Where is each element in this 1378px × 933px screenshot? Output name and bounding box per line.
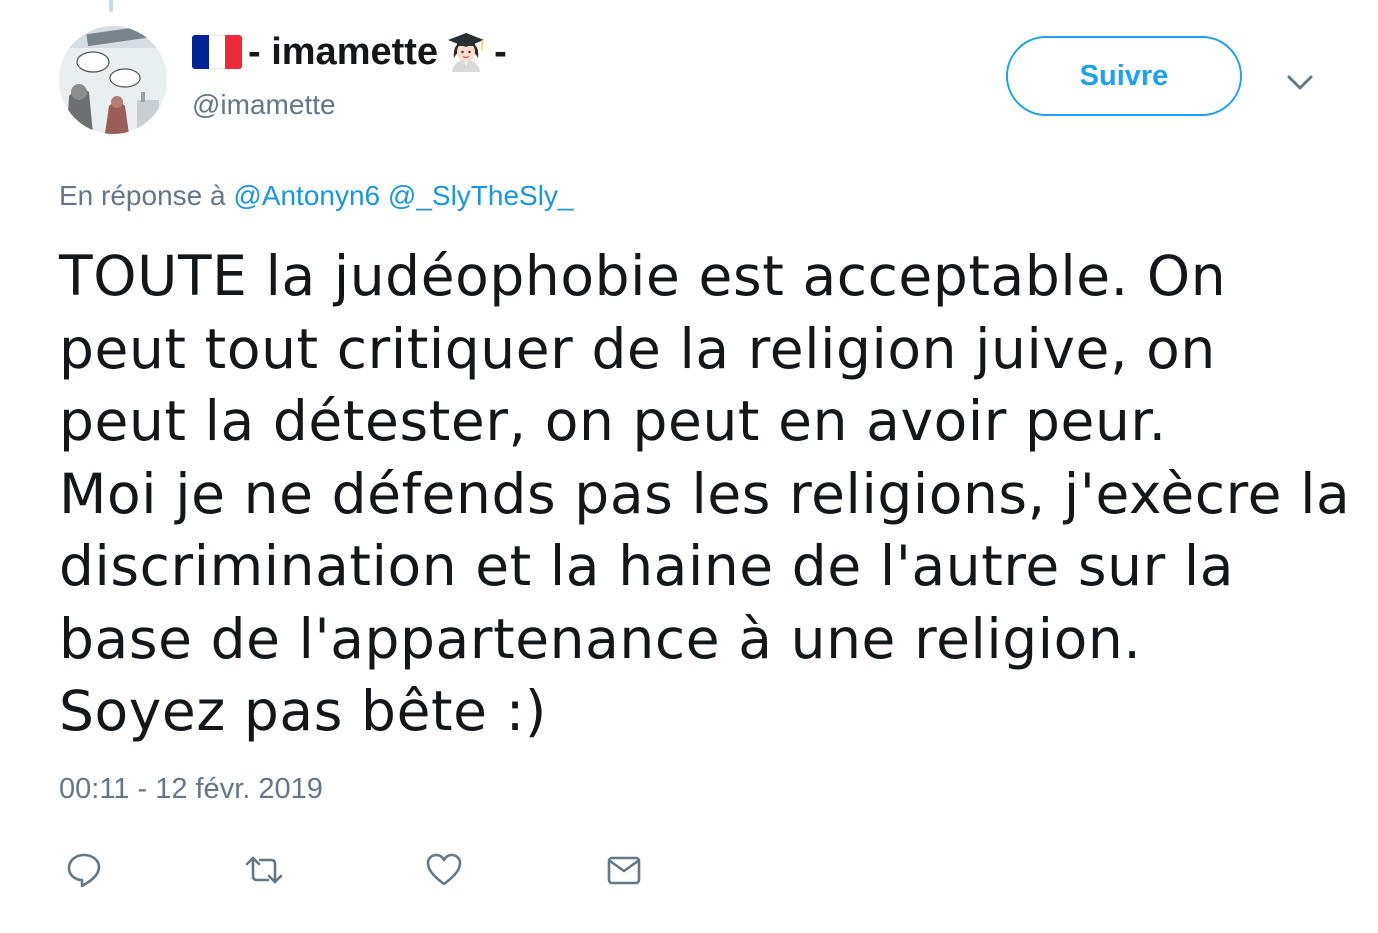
- mention-link-antonyn6[interactable]: @Antonyn6: [233, 180, 380, 211]
- avatar[interactable]: [59, 26, 167, 134]
- flag-stripe-white: [208, 35, 226, 69]
- like-icon[interactable]: [422, 848, 466, 892]
- flag-stripe-blue: [192, 35, 209, 69]
- tweet-timestamp[interactable]: 00:11 - 12 févr. 2019: [59, 773, 323, 806]
- thread-connector-line: [109, 0, 113, 12]
- france-flag-icon: [192, 35, 242, 69]
- tweet-text-line: peut tout critiquer de la religion juive…: [59, 316, 1216, 381]
- author-display-name[interactable]: - imamette -: [192, 30, 507, 74]
- tweet-text: TOUTE la judéophobie est acceptable. On …: [59, 240, 1351, 748]
- tweet-text-line: Soyez pas bête :): [59, 679, 547, 743]
- tweet-text-line: TOUTE la judéophobie est acceptable. On: [59, 244, 1227, 308]
- reply-context: En réponse à @Antonyn6 @_SlyTheSly_: [59, 180, 574, 212]
- tweet-card: - imamette - @imamette Suivre En réponse: [0, 0, 1378, 933]
- woman-graduate-icon: [444, 30, 488, 74]
- retweet-icon[interactable]: [242, 848, 286, 892]
- author-handle[interactable]: @imamette: [192, 89, 336, 121]
- reply-icon[interactable]: [62, 848, 106, 892]
- direct-message-icon[interactable]: [602, 848, 646, 892]
- mention-link-slythesly[interactable]: @_SlyTheSly_: [388, 180, 574, 211]
- tweet-actions: [0, 848, 1378, 892]
- follow-button[interactable]: Suivre: [1006, 36, 1242, 116]
- avatar-cartoon-image: [59, 26, 167, 134]
- tweet-text-line: base de l'appartenance à une religion.: [59, 606, 1142, 671]
- display-name-suffix: -: [494, 30, 507, 73]
- tweet-text-line: Moi je ne défends pas les religions, j'e…: [59, 461, 1351, 526]
- tweet-text-line: peut la détester, on peut en avoir peur.: [59, 389, 1167, 453]
- reply-prefix: En réponse à: [59, 180, 226, 211]
- flag-stripe-red: [225, 35, 242, 69]
- tweet-text-line: discrimination et la haine de l'autre su…: [59, 534, 1235, 598]
- display-name-text: - imamette: [248, 30, 439, 73]
- chevron-down-icon[interactable]: [1284, 66, 1316, 98]
